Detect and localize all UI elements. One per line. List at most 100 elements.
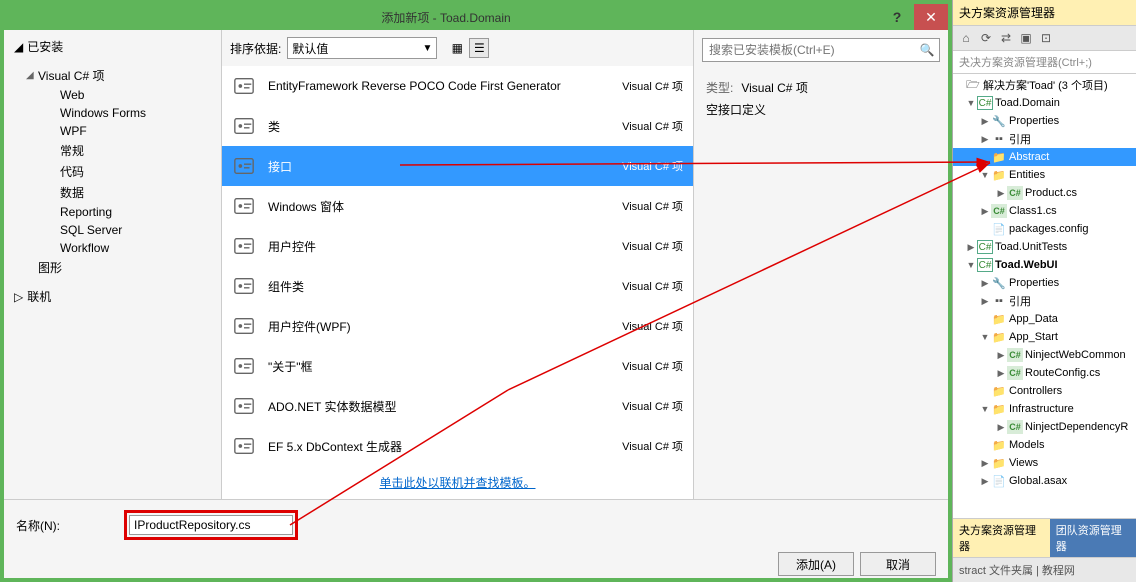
expand-icon[interactable]: ▼ (979, 332, 991, 342)
tree-node[interactable]: 📄packages.config (953, 220, 1136, 238)
expand-icon[interactable]: ▶ (979, 116, 991, 127)
name-input[interactable] (129, 515, 293, 535)
tree-node[interactable]: ▶C#Toad.UnitTests (953, 238, 1136, 256)
template-icon (232, 154, 256, 178)
template-panel: 排序依据: 默认值 ▼ ▦ ☰ EntityFramework Reverse … (222, 30, 694, 499)
installed-header[interactable]: ◢ 已安装 (4, 30, 221, 63)
online-label: 联机 (27, 288, 51, 305)
template-item[interactable]: 类 Visual C# 项 (222, 106, 693, 146)
tree-node[interactable]: ▶C#Product.cs (953, 184, 1136, 202)
tree-node[interactable]: ▶▪▪引用 (953, 292, 1136, 310)
template-item[interactable]: 用户控件 Visual C# 项 (222, 226, 693, 266)
template-icon (232, 274, 256, 298)
add-button[interactable]: 添加(A) (778, 552, 854, 576)
tree-node[interactable]: ▶📁Views (953, 454, 1136, 472)
expand-icon[interactable]: ▶ (979, 206, 991, 217)
solution-icon: 🗁 (965, 78, 981, 92)
tree-node[interactable]: ▶🔧Properties (953, 274, 1136, 292)
category-item[interactable]: SQL Server (38, 221, 221, 239)
template-lang: Visual C# 项 (622, 318, 683, 334)
tab-solution-explorer[interactable]: 夬方案资源管理器 (953, 519, 1050, 557)
collapse-icon[interactable]: ▣ (1017, 29, 1035, 47)
category-item[interactable]: 代码 (38, 161, 221, 182)
category-item[interactable]: 数据 (38, 182, 221, 203)
name-label: 名称(N): (16, 517, 116, 534)
expand-icon[interactable]: ▼ (979, 170, 991, 180)
help-button[interactable]: ? (880, 4, 914, 30)
tree-node[interactable]: ▶C#RouteConfig.cs (953, 364, 1136, 382)
view-list-icon[interactable]: ☰ (469, 38, 489, 58)
expand-icon[interactable]: ▶ (995, 422, 1007, 433)
expand-icon[interactable]: ▼ (979, 404, 991, 414)
category-label: 数据 (60, 184, 84, 201)
template-item[interactable]: 接口 Visual C# 项 (222, 146, 693, 186)
chevron-down-icon: ▼ (422, 43, 432, 54)
node-label: Entities (1009, 169, 1045, 181)
template-item[interactable]: EF 5.x DbContext 生成器 Visual C# 项 (222, 426, 693, 466)
expand-icon[interactable]: ▶ (979, 134, 991, 145)
tree-node[interactable]: 📁Controllers (953, 382, 1136, 400)
expand-icon[interactable]: ▶ (979, 296, 991, 307)
tree-node[interactable]: 📁App_Data (953, 310, 1136, 328)
expand-icon[interactable]: ▶ (979, 476, 991, 487)
category-item[interactable]: Workflow (38, 239, 221, 257)
search-icon[interactable]: 🔍 (915, 43, 939, 57)
tree-node[interactable]: ▶C#NinjectDependencyR (953, 418, 1136, 436)
csharp-items-node[interactable]: ◢ Visual C# 项 (20, 65, 221, 86)
expand-icon[interactable]: ▶ (965, 242, 977, 253)
tree-node[interactable]: ▶C#Class1.cs (953, 202, 1136, 220)
template-name: "关于"框 (268, 358, 610, 375)
template-item[interactable]: 用户控件(WPF) Visual C# 项 (222, 306, 693, 346)
template-item[interactable]: "关于"框 Visual C# 项 (222, 346, 693, 386)
cancel-button[interactable]: 取消 (860, 552, 936, 576)
sync-icon[interactable]: ⇄ (997, 29, 1015, 47)
expand-icon[interactable]: ▶ (995, 188, 1007, 199)
close-button[interactable]: ✕ (914, 4, 948, 30)
tree-node[interactable]: ▶▪▪引用 (953, 130, 1136, 148)
category-item[interactable]: Windows Forms (38, 104, 221, 122)
tree-node[interactable]: ▼📁Entities (953, 166, 1136, 184)
expand-icon[interactable]: ▶ (979, 458, 991, 469)
solution-node[interactable]: 🗁 解决方案'Toad' (3 个项目) (953, 76, 1136, 94)
tree-node[interactable]: ▶🔧Properties (953, 112, 1136, 130)
template-item[interactable]: 组件类 Visual C# 项 (222, 266, 693, 306)
sort-dropdown[interactable]: 默认值 ▼ (287, 37, 437, 59)
sln-search[interactable]: 夬决方案资源管理器(Ctrl+;) (953, 51, 1136, 74)
expand-icon[interactable]: ▼ (965, 98, 977, 108)
expand-icon[interactable]: ▶ (995, 368, 1007, 379)
search-box[interactable]: 🔍 (702, 38, 940, 62)
project-icon: C# (977, 96, 993, 110)
tree-node[interactable]: 📁Models (953, 436, 1136, 454)
template-list[interactable]: EntityFramework Reverse POCO Code First … (222, 66, 693, 466)
expand-icon[interactable]: ▶ (979, 278, 991, 289)
properties-icon[interactable]: ⊡ (1037, 29, 1055, 47)
expand-icon[interactable]: ▼ (965, 260, 977, 270)
template-lang: Visual C# 项 (622, 118, 683, 134)
tree-node[interactable]: ▼C#Toad.WebUI (953, 256, 1136, 274)
tree-node[interactable]: 📁Abstract (953, 148, 1136, 166)
tab-team-explorer[interactable]: 团队资源管理器 (1050, 519, 1136, 557)
template-item[interactable]: Windows 窗体 Visual C# 项 (222, 186, 693, 226)
template-icon (232, 354, 256, 378)
tree-node[interactable]: ▶📄Global.asax (953, 472, 1136, 490)
tree-node[interactable]: ▼C#Toad.Domain (953, 94, 1136, 112)
view-small-icon[interactable]: ▦ (447, 38, 467, 58)
expand-icon[interactable]: ▶ (995, 350, 1007, 361)
category-item[interactable]: WPF (38, 122, 221, 140)
template-item[interactable]: EntityFramework Reverse POCO Code First … (222, 66, 693, 106)
refresh-icon[interactable]: ⟳ (977, 29, 995, 47)
online-header[interactable]: ▷ 联机 (4, 280, 221, 313)
graphics-node[interactable]: 图形 (20, 257, 221, 278)
tree-node[interactable]: ▼📁Infrastructure (953, 400, 1136, 418)
category-item[interactable]: Web (38, 86, 221, 104)
category-item[interactable]: Reporting (38, 203, 221, 221)
tree-node[interactable]: ▶C#NinjectWebCommon (953, 346, 1136, 364)
search-input[interactable] (703, 39, 915, 61)
tree-node[interactable]: ▼📁App_Start (953, 328, 1136, 346)
home-icon[interactable]: ⌂ (957, 29, 975, 47)
online-search-link[interactable]: 单击此处以联机并查找模板。 (222, 466, 693, 499)
template-item[interactable]: ADO.NET 实体数据模型 Visual C# 项 (222, 386, 693, 426)
chevron-down-icon: ◢ (14, 40, 23, 54)
sln-tree[interactable]: 🗁 解决方案'Toad' (3 个项目) ▼C#Toad.Domain▶🔧Pro… (953, 74, 1136, 518)
category-item[interactable]: 常规 (38, 140, 221, 161)
